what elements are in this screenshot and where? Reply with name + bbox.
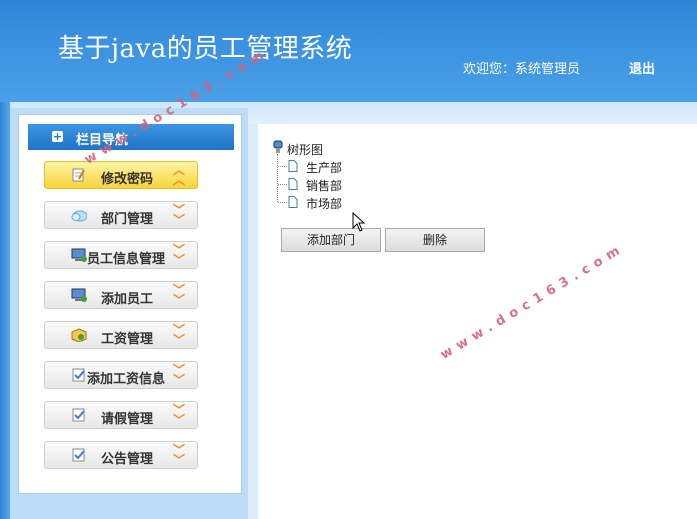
tree-connector (277, 154, 278, 202)
edit-check-icon (72, 408, 85, 422)
menu-item-label: 添加工资信息 (87, 372, 166, 387)
computer-add-icon (71, 288, 87, 302)
chevron-down-icon: ﹀ ﹀ (172, 403, 185, 427)
chevron-down-icon: ﹀ ﹀ (172, 443, 185, 467)
menu-item-leave[interactable]: 请假管理 ﹀ ﹀ (44, 401, 198, 429)
edit-check-icon (72, 368, 85, 382)
app-title: 基于java的员工管理系统 (58, 34, 353, 64)
mouse-cursor-icon (352, 212, 366, 232)
logout-link[interactable]: 退出 (629, 58, 655, 77)
chevron-down-icon: ﹀ ﹀ (172, 243, 185, 267)
chevron-down-icon: ﹀ ﹀ (172, 203, 185, 227)
document-icon (288, 160, 298, 172)
plus-icon: + (52, 130, 63, 143)
menu-item-label: 公告管理 (101, 452, 154, 467)
edit-icon (72, 168, 85, 182)
chevron-down-icon: ﹀ ﹀ (172, 363, 185, 387)
header: 基于java的员工管理系统 欢迎您：系统管理员 退出 (0, 0, 697, 102)
add-department-button[interactable]: 添加部门 (281, 228, 381, 252)
menu-item-change-password[interactable]: 修改密码 ︿ ︿ (44, 161, 198, 189)
tree-node[interactable]: 市场部 (306, 195, 342, 212)
menu-item-label: 工资管理 (101, 332, 154, 347)
welcome-text: 欢迎您：系统管理员 (463, 62, 581, 77)
cloud-icon (71, 210, 87, 222)
delete-button[interactable]: 删除 (385, 228, 485, 252)
menu-item-label: 请假管理 (101, 412, 154, 427)
menu-item-salary[interactable]: 工资管理 ﹀ ﹀ (44, 321, 198, 349)
menu-item-employee-info[interactable]: 员工信息管理 ﹀ ﹀ (44, 241, 198, 269)
menu-item-add-salary[interactable]: 添加工资信息 ﹀ ﹀ (44, 361, 198, 389)
menu-item-label: 修改密码 (101, 172, 154, 187)
chevron-up-icon: ︿ ︿ (172, 163, 185, 187)
tree-node[interactable]: 生产部 (306, 159, 342, 176)
document-icon (288, 178, 298, 190)
menu-item-department[interactable]: 部门管理 ﹀ ﹀ (44, 201, 198, 229)
tree-connector (278, 184, 287, 185)
menu-item-add-employee[interactable]: 添加员工 ﹀ ﹀ (44, 281, 198, 309)
chevron-down-icon: ﹀ ﹀ (172, 323, 185, 347)
box-icon (71, 328, 87, 342)
edit-check-icon (72, 448, 85, 462)
menu-item-label: 员工信息管理 (87, 252, 166, 267)
menu-item-label: 部门管理 (101, 212, 154, 227)
menu-item-notice[interactable]: 公告管理 ﹀ ﹀ (44, 441, 198, 469)
tree-node[interactable]: 销售部 (306, 177, 342, 194)
chevron-down-icon: ﹀ ﹀ (172, 283, 185, 307)
menu-item-label: 添加员工 (101, 292, 154, 307)
tree-connector (278, 166, 287, 167)
tree-root-label[interactable]: 树形图 (287, 141, 323, 158)
computer-icon (71, 248, 87, 262)
left-strip (0, 102, 10, 519)
document-icon (288, 196, 298, 208)
tree-root-icon (273, 140, 283, 153)
tree-connector (278, 202, 287, 203)
